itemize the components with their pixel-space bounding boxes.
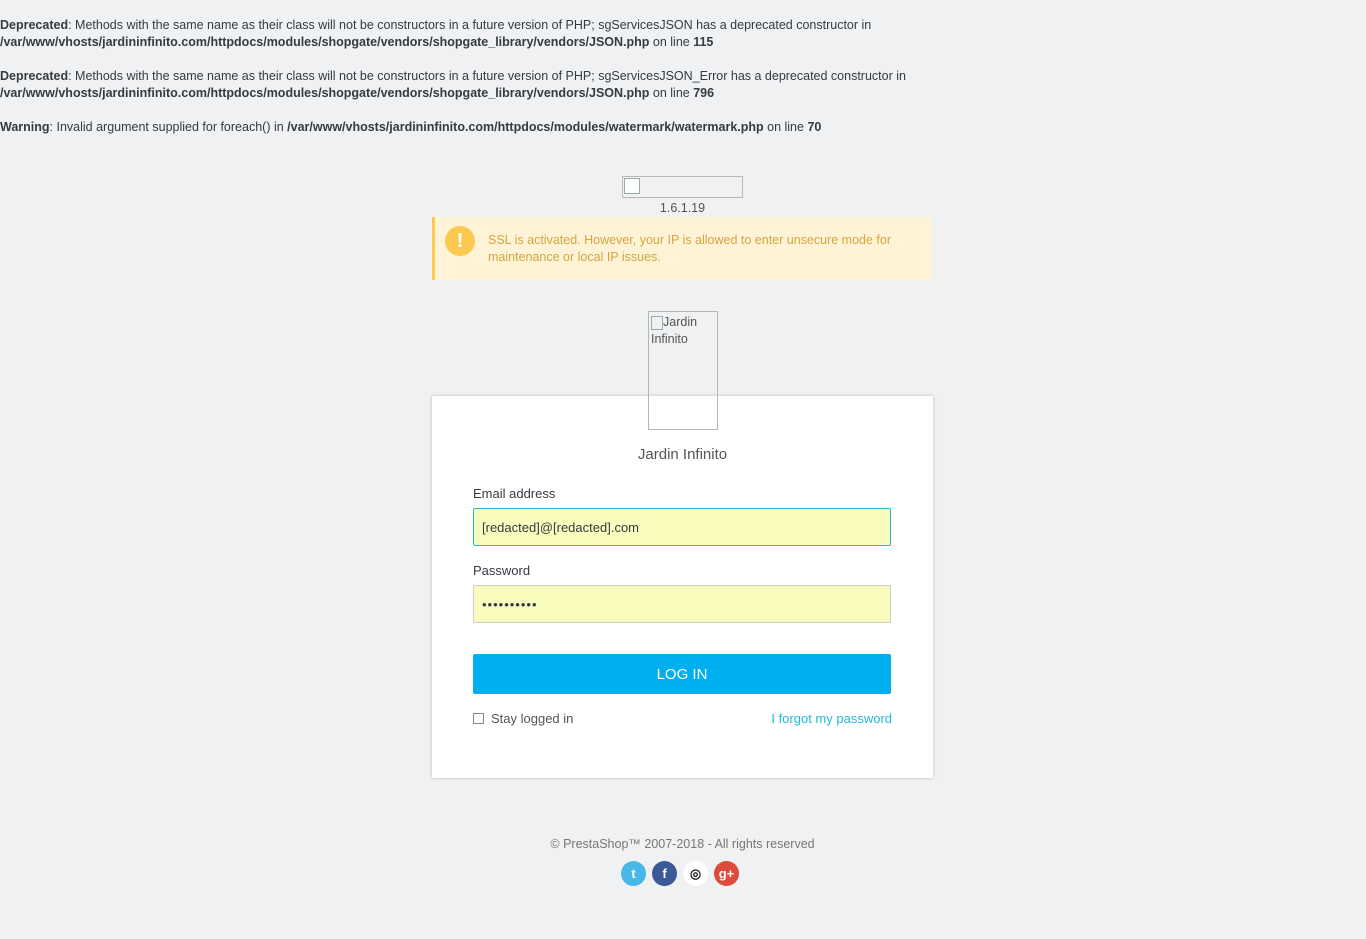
prestashop-logo-broken-image [622,176,743,198]
exclamation-icon: ! [445,226,475,256]
forgot-password-link[interactable]: I forgot my password [771,711,892,726]
login-button[interactable]: LOG IN [473,654,891,694]
shop-name: Jardin Infinito [637,446,728,463]
facebook-icon[interactable]: f [652,861,677,886]
google-plus-icon[interactable]: g+ [714,861,739,886]
php-error-2: Deprecated: Methods with the same name a… [0,69,906,100]
broken-image-icon [651,316,663,330]
social-links: t f ◎ g+ [621,861,745,886]
login-card: Jardin Infinito Email address Password L… [432,396,933,778]
version-number: 1.6.1.19 [659,201,706,215]
ssl-warning-alert: ! SSL is activated. However, your IP is … [432,217,932,280]
email-label: Email address [473,486,556,501]
php-error-3: Warning: Invalid argument supplied for f… [0,120,822,134]
php-errors: Deprecated: Methods with the same name a… [0,17,1000,153]
footer-copyright: © PrestaShop™ 2007-2018 - All rights res… [550,837,815,851]
stay-logged-in-label: Stay logged in [491,711,574,726]
alert-text: SSL is activated. However, your IP is al… [488,233,891,264]
github-icon[interactable]: ◎ [683,861,708,886]
broken-image-icon [624,178,640,194]
password-input[interactable] [473,585,891,623]
twitter-icon[interactable]: t [621,861,646,886]
stay-logged-in[interactable]: Stay logged in [473,711,573,726]
stay-logged-in-checkbox[interactable] [473,713,484,724]
email-input[interactable] [473,508,891,546]
shop-logo-broken-image: Jardin Infinito [648,311,718,430]
password-label: Password [473,563,531,578]
php-error-1: Deprecated: Methods with the same name a… [0,18,872,49]
